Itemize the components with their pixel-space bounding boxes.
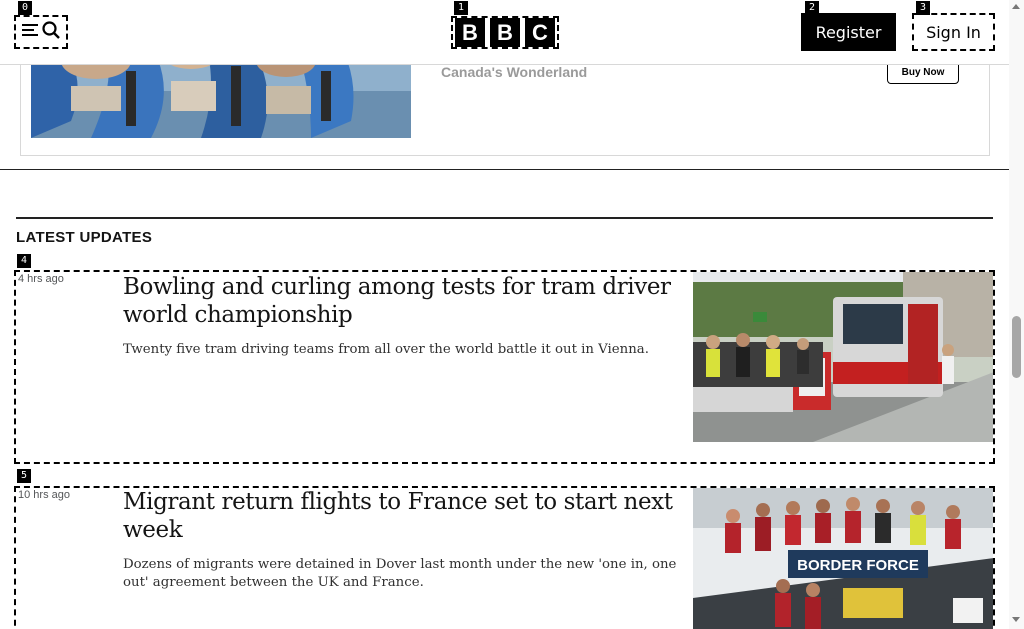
bbc-logo-letter: B [490,18,520,47]
element-marker: 1 [454,1,468,15]
search-icon [42,20,60,44]
story-image-tram[interactable] [693,272,993,442]
element-marker: 3 [916,1,930,15]
element-marker: 5 [17,469,31,483]
story-headline[interactable]: Migrant return flights to France set to … [123,488,683,544]
story-timestamp: 4 hrs ago [18,273,64,285]
latest-updates-heading: LATEST UPDATES [16,229,153,246]
story-headline[interactable]: Bowling and curling among tests for tram… [123,273,683,329]
element-marker: 0 [18,1,32,15]
story-card[interactable]: 10 hrs ago Migrant return flights to Fra… [14,486,995,629]
story-summary: Twenty five tram driving teams from all … [123,342,649,357]
bbc-logo-letter: B [455,18,485,47]
story-card[interactable]: 4 hrs ago Bowling and curling among test… [14,270,995,464]
register-button[interactable]: Register [801,13,896,51]
element-marker: 4 [17,254,31,268]
story-image-border-force[interactable]: BORDER FORCE [693,488,993,629]
scrollbar-thumb[interactable] [1012,316,1021,378]
latest-updates-rule [16,217,993,219]
sign-in-button[interactable]: Sign In [912,13,995,51]
menu-search-button[interactable] [14,15,68,49]
scroll-down-arrow-icon[interactable] [1012,617,1020,622]
bbc-logo-letter: C [525,18,555,47]
story-summary: Dozens of migrants were detained in Dove… [123,557,677,590]
element-marker: 2 [805,1,819,15]
story-timestamp: 10 hrs ago [18,489,70,501]
hamburger-icon [22,23,38,42]
bbc-logo[interactable]: B B C [451,16,559,49]
site-header: B B C Register Sign In [0,0,1009,65]
scroll-up-arrow-icon[interactable] [1012,4,1020,9]
image-sign-text: BORDER FORCE [797,557,919,574]
section-divider [0,169,1009,170]
ad-sponsor-name: Canada's Wonderland [441,64,588,80]
page-scrollbar[interactable] [1009,0,1024,629]
